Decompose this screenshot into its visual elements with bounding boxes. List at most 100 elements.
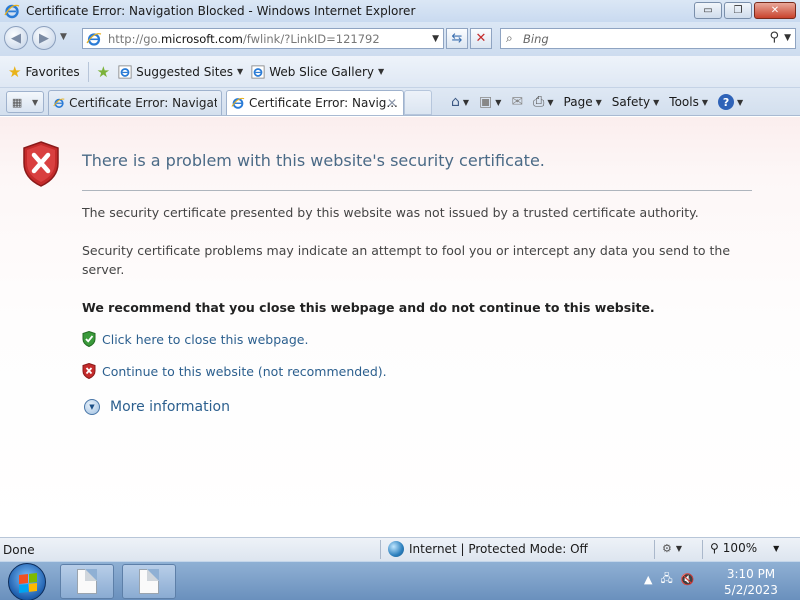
command-bar: ⌂ ▼ ▣ ▼ ✉ ⎙ ▼ Page ▼ Safety ▼ Tools ▼ ? …	[446, 91, 748, 113]
network-icon[interactable]: 🖧	[660, 570, 672, 589]
minimize-button[interactable]: ▭	[694, 2, 722, 19]
tab-bar: ▦ ▼ Certificate Error: Navigatio... Cert…	[0, 88, 800, 116]
green-shield-check-icon	[82, 331, 96, 347]
rss-feed-icon: ▣	[479, 94, 493, 110]
quick-tabs-icon: ▦	[11, 95, 23, 109]
quick-tabs-button[interactable]: ▦ ▼	[6, 91, 44, 113]
zoom-dropdown-icon: ▼	[773, 543, 780, 553]
more-information-label[interactable]: More information	[110, 399, 230, 415]
windows-logo-icon	[19, 573, 37, 593]
forward-button[interactable]: ▶	[32, 26, 56, 50]
minimize-icon: ▭	[703, 5, 713, 16]
red-shield-x-icon	[82, 363, 96, 379]
navigation-bar: ◀ ▶ ▼ http://go.microsoft.com/fwlink/?Li…	[0, 22, 800, 56]
close-webpage-link[interactable]: Click here to close this webpage.	[82, 331, 308, 347]
maximize-button[interactable]: ❐	[724, 2, 752, 19]
more-information-toggle[interactable]: ▼ More information	[84, 399, 230, 415]
clock-time: 3:10 PM	[726, 567, 776, 581]
refresh-button[interactable]: ⇆	[446, 28, 468, 49]
page-ie-icon	[86, 32, 102, 46]
address-bar[interactable]: http://go.microsoft.com/fwlink/?LinkID=1…	[82, 28, 444, 49]
tab-certificate-error-1[interactable]: Certificate Error: Navigatio...	[48, 90, 222, 115]
stop-button[interactable]: ✕	[470, 28, 492, 49]
suggested-sites-ie-icon	[118, 64, 132, 79]
taskbar: ▲ 🖧 🔇 3:10 PM 5/2/2023	[0, 561, 800, 600]
status-bar: Done Internet | Protected Mode: Off ⚙ ▼ …	[0, 537, 800, 561]
printer-icon: ⎙	[533, 94, 545, 110]
safety-menu[interactable]: Safety ▼	[607, 95, 665, 109]
web-slice-gallery-label: Web Slice Gallery	[269, 64, 374, 79]
close-tab-icon[interactable]: ✕	[387, 96, 397, 110]
read-mail-button[interactable]: ✉	[506, 94, 528, 110]
tools-menu[interactable]: Tools ▼	[664, 95, 713, 109]
favorites-button[interactable]: ★ Favorites	[4, 61, 84, 83]
tab-label: Certificate Error: Navigatio...	[69, 96, 217, 110]
mail-icon: ✉	[511, 94, 524, 110]
new-tab-button[interactable]	[404, 90, 432, 115]
document-icon	[139, 569, 159, 594]
protected-mode-dropdown-icon: ▼	[675, 544, 683, 553]
internet-globe-icon	[388, 541, 404, 557]
web-slice-gallery-button[interactable]: Web Slice Gallery ▼	[247, 61, 388, 83]
start-button[interactable]	[8, 563, 46, 600]
continue-link-text[interactable]: Continue to this website (not recommende…	[102, 364, 387, 379]
help-icon: ?	[718, 94, 735, 110]
document-icon	[77, 569, 97, 594]
window-title: Certificate Error: Navigation Blocked - …	[26, 4, 416, 18]
favorites-separator	[87, 61, 89, 82]
close-icon: ✕	[770, 5, 780, 16]
recent-pages-dropdown[interactable]: ▼	[60, 32, 67, 42]
tab-certificate-error-2[interactable]: Certificate Error: Navig... ✕	[226, 90, 404, 115]
print-button[interactable]: ⎙ ▼	[528, 94, 558, 110]
zoom-control[interactable]: ⚲ 100% ▼	[710, 541, 779, 555]
page-menu-label: Page	[563, 95, 593, 109]
tab-label: Certificate Error: Navig...	[249, 96, 398, 110]
volume-muted-icon[interactable]: 🔇	[681, 573, 695, 586]
taskbar-document-button[interactable]	[122, 564, 176, 599]
recommendation-text: We recommend that you close this webpage…	[82, 300, 655, 315]
page-menu[interactable]: Page ▼	[559, 95, 607, 109]
protected-mode-icon: ⚙	[662, 542, 672, 555]
continue-to-website-link[interactable]: Continue to this website (not recommende…	[82, 363, 387, 379]
close-webpage-link-text[interactable]: Click here to close this webpage.	[102, 332, 308, 347]
add-favorite-star-icon: ★	[96, 62, 111, 81]
security-zone[interactable]: Internet | Protected Mode: Off	[388, 541, 588, 557]
maximize-icon: ❐	[733, 5, 743, 16]
forward-arrow-icon: ▶	[39, 30, 49, 46]
help-menu[interactable]: ? ▼	[713, 94, 748, 110]
system-tray: ▲ 🖧 🔇	[644, 570, 694, 589]
protected-mode-button[interactable]: ⚙ ▼	[662, 542, 682, 555]
suggested-sites-dropdown-icon: ▼	[237, 67, 244, 76]
show-hidden-icons-arrow[interactable]: ▲	[644, 573, 652, 586]
tools-dropdown-icon: ▼	[701, 97, 709, 107]
page-dropdown-icon: ▼	[595, 97, 602, 107]
security-warning-message: Security certificate problems may indica…	[82, 243, 731, 277]
stop-icon: ✕	[475, 31, 487, 46]
tab-list-dropdown-icon[interactable]: ▼	[32, 98, 38, 107]
safety-dropdown-icon: ▼	[653, 97, 660, 107]
address-dropdown-icon[interactable]: ▼	[432, 34, 439, 44]
search-options-dropdown[interactable]: ▼	[784, 33, 791, 43]
search-box[interactable]: ⌕ Bing ⚲ ▼	[500, 28, 796, 49]
add-to-favorites-bar-button[interactable]: ★	[93, 61, 114, 83]
search-go-icon[interactable]: ⚲	[769, 30, 779, 45]
back-button[interactable]: ◀	[4, 26, 28, 50]
status-separator	[654, 540, 655, 559]
page-content: There is a problem with this website's s…	[0, 117, 800, 537]
search-placeholder: Bing	[523, 31, 549, 46]
suggested-sites-button[interactable]: Suggested Sites ▼	[114, 61, 247, 83]
favorites-bar: ★ Favorites ★ Suggested Sites ▼ Web Slic…	[0, 56, 800, 88]
home-icon: ⌂	[451, 94, 460, 110]
home-button[interactable]: ⌂ ▼	[446, 94, 474, 110]
bing-search-icon: ⌕	[506, 31, 513, 45]
zoom-magnifier-icon: ⚲	[710, 541, 719, 555]
system-clock[interactable]: 3:10 PM 5/2/2023	[720, 566, 782, 598]
expand-chevron-icon: ▼	[84, 399, 100, 415]
feeds-button[interactable]: ▣ ▼	[474, 94, 506, 110]
close-window-button[interactable]: ✕	[754, 2, 796, 19]
favorites-label: Favorites	[25, 64, 80, 79]
ie-logo-icon	[4, 4, 20, 19]
tab-ie-icon	[231, 97, 245, 109]
taskbar-document-button[interactable]	[60, 564, 114, 599]
web-slice-dropdown-icon: ▼	[377, 67, 385, 76]
